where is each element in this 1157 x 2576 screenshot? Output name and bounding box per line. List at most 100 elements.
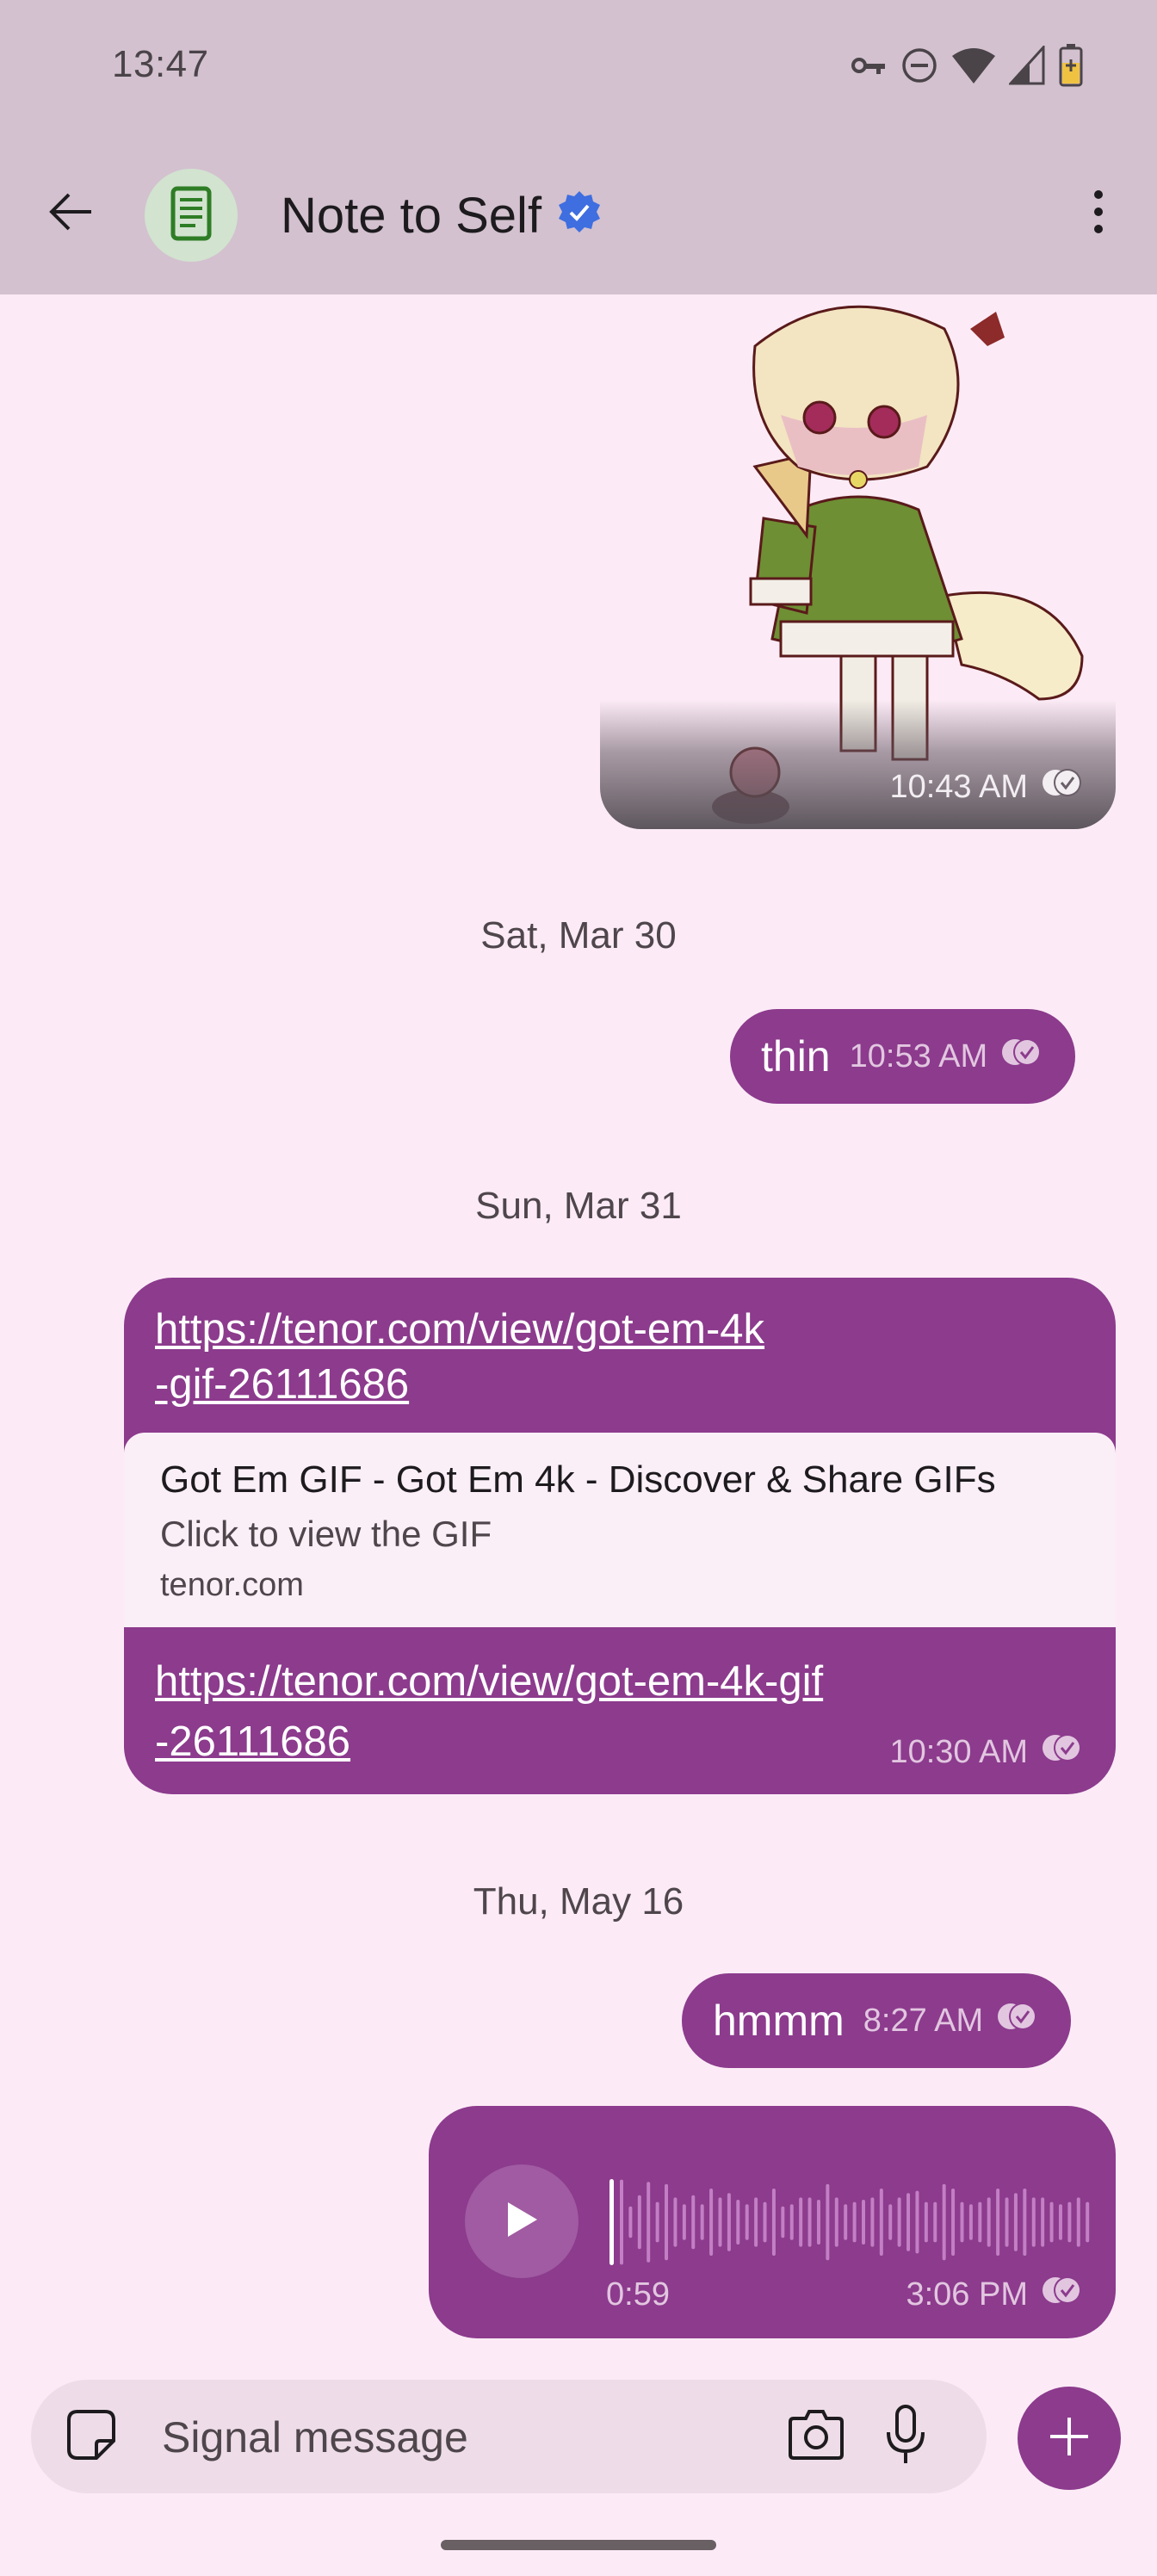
waveform-bar xyxy=(1086,2201,1090,2243)
message-meta: 10:53 AM xyxy=(850,1037,1045,1076)
battery-charging-icon xyxy=(1059,43,1083,91)
camera-button[interactable] xyxy=(785,2406,847,2468)
waveform-bar xyxy=(807,2197,812,2247)
waveform-bar xyxy=(942,2183,946,2261)
link-preview-title: Got Em GIF - Got Em 4k - Discover & Shar… xyxy=(160,1458,996,1501)
waveform-bar xyxy=(691,2195,696,2250)
play-icon xyxy=(504,2201,539,2243)
waveform-bar xyxy=(763,2201,767,2243)
voice-duration: 0:59 xyxy=(606,2276,670,2313)
message-text: thin xyxy=(761,1032,831,1081)
waveform-bar xyxy=(647,2182,651,2263)
waveform-bar xyxy=(951,2189,956,2256)
waveform-bar xyxy=(968,2204,973,2240)
waveform-bar xyxy=(978,2201,982,2243)
plus-icon xyxy=(1049,2416,1090,2461)
date-separator: Sun, Mar 31 xyxy=(475,1185,682,1227)
waveform-bar xyxy=(1058,2204,1062,2240)
waveform-bar xyxy=(1076,2197,1080,2247)
waveform-bar xyxy=(637,2195,641,2250)
message-meta: 8:27 AM xyxy=(863,2001,1040,2040)
status-time: 13:47 xyxy=(112,43,209,85)
link-line: -26111686 xyxy=(155,1718,351,1765)
waveform-bar xyxy=(1041,2197,1045,2247)
delivered-check-icon xyxy=(998,1037,1044,1076)
page-title: Note to Self xyxy=(281,187,542,244)
message-meta: 10:43 AM xyxy=(889,767,1085,807)
microphone-icon xyxy=(885,2404,926,2469)
message-time: 8:27 AM xyxy=(863,2002,984,2039)
avatar[interactable] xyxy=(145,169,238,262)
wifi-icon xyxy=(950,46,997,90)
waveform-bar xyxy=(682,2204,686,2240)
waveform-bar xyxy=(736,2200,740,2245)
link-preview-description: Click to view the GIF xyxy=(160,1514,492,1554)
message-time: 3:06 PM xyxy=(906,2276,1028,2313)
waveform-bar xyxy=(771,2189,776,2256)
waveform-scrubber[interactable] xyxy=(609,2175,1092,2269)
link-line: https://tenor.com/view/got-em-4k xyxy=(155,1306,765,1353)
more-options-button[interactable] xyxy=(1073,181,1124,250)
voice-message[interactable]: 0:59 3:06 PM xyxy=(429,2106,1116,2338)
waveform-bar xyxy=(844,2204,848,2240)
delivered-check-icon xyxy=(993,2001,1040,2040)
waveform-bar xyxy=(987,2197,991,2247)
message-text: hmmm xyxy=(713,1997,845,2045)
waveform-bar xyxy=(960,2201,964,2243)
waveform-bar xyxy=(996,2189,1000,2256)
text-message[interactable]: hmmm 8:27 AM xyxy=(682,1973,1072,2068)
link-line: https://tenor.com/view/got-em-4k-gif xyxy=(155,1658,824,1705)
waveform-bar xyxy=(1023,2189,1027,2256)
playhead[interactable] xyxy=(609,2179,614,2265)
vpn-key-icon xyxy=(851,50,888,85)
attach-button[interactable] xyxy=(1018,2387,1121,2490)
date-separator: Thu, May 16 xyxy=(473,1880,684,1923)
waveform-bar xyxy=(665,2183,669,2261)
camera-icon xyxy=(787,2408,845,2466)
message-link[interactable]: https://tenor.com/view/got-em-4k-gif -26… xyxy=(155,1651,1016,1772)
waveform-bar xyxy=(628,2206,633,2239)
conversation-title[interactable]: Note to Self xyxy=(281,181,603,250)
date-separator: Sat, Mar 30 xyxy=(480,914,677,957)
waveform-bar xyxy=(870,2197,875,2247)
note-document-icon xyxy=(170,186,212,245)
message-time: 10:30 AM xyxy=(889,1733,1028,1770)
waveform-bar xyxy=(709,2189,714,2256)
waveform-bar xyxy=(1067,2201,1072,2243)
top-bar: 13:47 Note to Self xyxy=(0,0,1157,294)
more-vertical-icon xyxy=(1093,188,1104,244)
waveform-bar xyxy=(933,2201,937,2243)
waveform-bar xyxy=(1013,2193,1018,2251)
sticker-button[interactable] xyxy=(60,2406,122,2468)
waveform-bar xyxy=(1005,2197,1009,2247)
waveform-bar xyxy=(781,2206,785,2239)
image-fade-overlay xyxy=(600,700,1116,829)
image-message[interactable]: 10:43 AM xyxy=(600,294,1116,829)
message-input[interactable] xyxy=(160,2402,766,2473)
delivered-check-icon xyxy=(1038,767,1085,807)
waveform-bar xyxy=(924,2201,928,2243)
arrow-left-icon xyxy=(46,188,95,240)
waveform-bar xyxy=(727,2193,731,2251)
waveform-bar xyxy=(816,2200,820,2245)
verified-badge-icon xyxy=(555,189,603,242)
waveform-bar xyxy=(620,2179,623,2265)
sticker-icon xyxy=(65,2408,117,2466)
back-button[interactable] xyxy=(40,183,102,245)
waveform-bar xyxy=(826,2183,830,2261)
waveform-bar xyxy=(897,2197,901,2247)
link-preview-card[interactable]: Got Em GIF - Got Em 4k - Discover & Shar… xyxy=(124,1433,1116,1627)
microphone-button[interactable] xyxy=(875,2402,937,2471)
link-message[interactable]: https://tenor.com/view/got-em-4k -gif-26… xyxy=(124,1278,1116,1794)
play-button[interactable] xyxy=(465,2164,578,2278)
delivered-check-icon xyxy=(1038,2275,1085,2314)
link-line: -gif-26111686 xyxy=(155,1361,410,1408)
text-message[interactable]: thin 10:53 AM xyxy=(730,1009,1076,1104)
waveform-bar xyxy=(879,2189,883,2256)
home-indicator[interactable] xyxy=(441,2540,716,2550)
waveform-bar xyxy=(789,2204,794,2240)
waveform-bar xyxy=(655,2201,659,2243)
message-time: 10:43 AM xyxy=(889,768,1028,805)
message-link[interactable]: https://tenor.com/view/got-em-4k -gif-26… xyxy=(155,1302,1085,1412)
waveform-bar xyxy=(906,2193,911,2251)
